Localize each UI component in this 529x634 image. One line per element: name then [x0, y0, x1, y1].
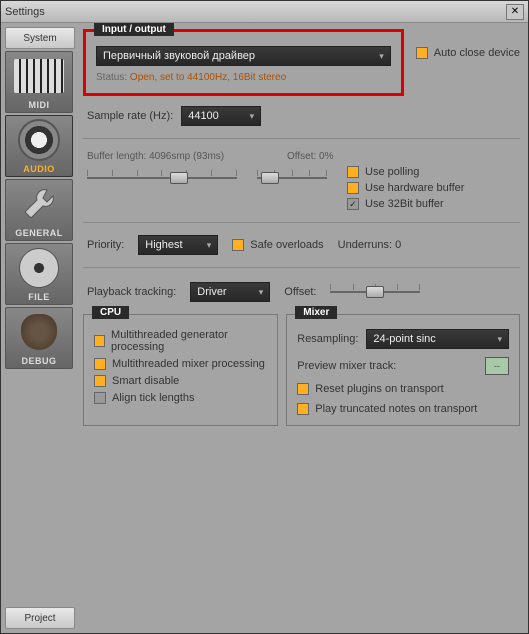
- sidebar-label-midi: MIDI: [29, 100, 50, 112]
- buffer-length-label: Buffer length: 4096smp (93ms): [87, 151, 247, 162]
- group-label-io: Input / output: [94, 23, 174, 36]
- label-safe-overloads: Safe overloads: [250, 239, 323, 251]
- sidebar-label-general: GENERAL: [15, 228, 63, 240]
- preview-track-selector[interactable]: --: [485, 357, 509, 375]
- checkbox-reset-plugins[interactable]: [297, 383, 309, 395]
- checkbox-use-polling[interactable]: [347, 166, 359, 178]
- sidebar-item-midi[interactable]: MIDI: [5, 51, 73, 113]
- close-button[interactable]: ✕: [506, 4, 524, 20]
- group-cpu: CPU Multithreaded generator processing M…: [83, 314, 278, 426]
- group-mixer: Mixer Resampling: 24-point sinc Preview …: [286, 314, 520, 426]
- playback-row: Playback tracking: Driver Offset:: [83, 280, 520, 304]
- checkbox-auto-close[interactable]: [416, 47, 428, 59]
- settings-window: Settings ✕ System MIDI AUDIO GENERAL FIL…: [0, 0, 529, 634]
- main-panel: Input / output Первичный звуковой драйве…: [79, 23, 528, 633]
- disc-icon: [6, 244, 72, 292]
- label-auto-close: Auto close device: [434, 47, 520, 59]
- label-use-32bit: Use 32Bit buffer: [365, 198, 444, 210]
- driver-value: Первичный звуковой драйвер: [103, 50, 255, 62]
- priority-value: Highest: [145, 239, 182, 251]
- sample-rate-value: 44100: [188, 110, 219, 122]
- checkbox-safe-overloads[interactable]: [232, 239, 244, 251]
- window-title: Settings: [5, 6, 506, 18]
- group-label-mixer: Mixer: [295, 306, 337, 319]
- checkbox-mt-mix[interactable]: [94, 358, 106, 370]
- buffer-length-slider[interactable]: [87, 166, 237, 190]
- playback-offset-slider[interactable]: [330, 280, 420, 304]
- underruns-label: Underruns: 0: [338, 239, 402, 251]
- sidebar-item-audio[interactable]: AUDIO: [5, 115, 73, 177]
- priority-row: Priority: Highest Safe overloads Underru…: [83, 235, 520, 255]
- sidebar: System MIDI AUDIO GENERAL FILE D: [1, 23, 79, 633]
- sample-rate-label: Sample rate (Hz):: [87, 110, 173, 122]
- checkbox-smart-disable[interactable]: [94, 375, 106, 387]
- resampling-label: Resampling:: [297, 333, 358, 345]
- wrench-icon: [6, 180, 72, 228]
- playback-dropdown[interactable]: Driver: [190, 282, 270, 302]
- bug-icon: [6, 308, 72, 356]
- resampling-value: 24-point sinc: [373, 333, 435, 345]
- speaker-icon: [6, 116, 72, 164]
- sample-rate-dropdown[interactable]: 44100: [181, 106, 261, 126]
- titlebar: Settings ✕: [1, 1, 528, 23]
- sample-rate-row: Sample rate (Hz): 44100: [83, 106, 520, 126]
- separator: [83, 138, 520, 139]
- checkbox-mt-gen[interactable]: [94, 335, 105, 347]
- label-use-hw-buffer: Use hardware buffer: [365, 182, 464, 194]
- preview-label: Preview mixer track:: [297, 360, 396, 372]
- label-reset-plugins: Reset plugins on transport: [315, 383, 443, 395]
- status-label: Status:: [96, 72, 127, 83]
- priority-dropdown[interactable]: Highest: [138, 235, 218, 255]
- label-smart-disable: Smart disable: [112, 375, 179, 387]
- priority-label: Priority:: [87, 239, 124, 251]
- label-play-truncated: Play truncated notes on transport: [315, 403, 477, 415]
- checkbox-play-truncated[interactable]: [297, 403, 309, 415]
- buffer-section: Buffer length: 4096smp (93ms) Offset: 0%: [83, 151, 520, 210]
- checkbox-use-hw-buffer[interactable]: [347, 182, 359, 194]
- driver-status: Status: Open, set to 44100Hz, 16Bit ster…: [96, 72, 391, 83]
- label-mt-mix: Multithreaded mixer processing: [112, 358, 265, 370]
- tab-project[interactable]: Project: [5, 607, 75, 629]
- label-use-polling: Use polling: [365, 166, 419, 178]
- playback-offset-label: Offset:: [284, 286, 316, 298]
- group-label-cpu: CPU: [92, 306, 129, 319]
- piano-keys-icon: [6, 52, 72, 100]
- checkbox-use-32bit[interactable]: [347, 198, 359, 210]
- buffer-offset-label: Offset: 0%: [287, 151, 334, 162]
- window-body: System MIDI AUDIO GENERAL FILE D: [1, 23, 528, 633]
- sidebar-label-debug: DEBUG: [21, 356, 56, 368]
- tab-system[interactable]: System: [5, 27, 75, 49]
- driver-dropdown[interactable]: Первичный звуковой драйвер: [96, 46, 391, 66]
- playback-value: Driver: [197, 286, 226, 298]
- sidebar-item-general[interactable]: GENERAL: [5, 179, 73, 241]
- status-value: Open, set to 44100Hz, 16Bit stereo: [130, 72, 286, 83]
- sidebar-label-file: FILE: [28, 292, 50, 304]
- label-align-tick: Align tick lengths: [112, 392, 195, 404]
- sidebar-label-audio: AUDIO: [23, 164, 55, 176]
- group-input-output: Input / output Первичный звуковой драйве…: [83, 29, 404, 96]
- separator: [83, 222, 520, 223]
- resampling-dropdown[interactable]: 24-point sinc: [366, 329, 509, 349]
- buffer-offset-slider[interactable]: [257, 166, 327, 190]
- playback-label: Playback tracking:: [87, 286, 176, 298]
- sidebar-item-debug[interactable]: DEBUG: [5, 307, 73, 369]
- separator: [83, 267, 520, 268]
- checkbox-align-tick[interactable]: [94, 392, 106, 404]
- label-mt-gen: Multithreaded generator processing: [111, 329, 267, 353]
- sidebar-item-file[interactable]: FILE: [5, 243, 73, 305]
